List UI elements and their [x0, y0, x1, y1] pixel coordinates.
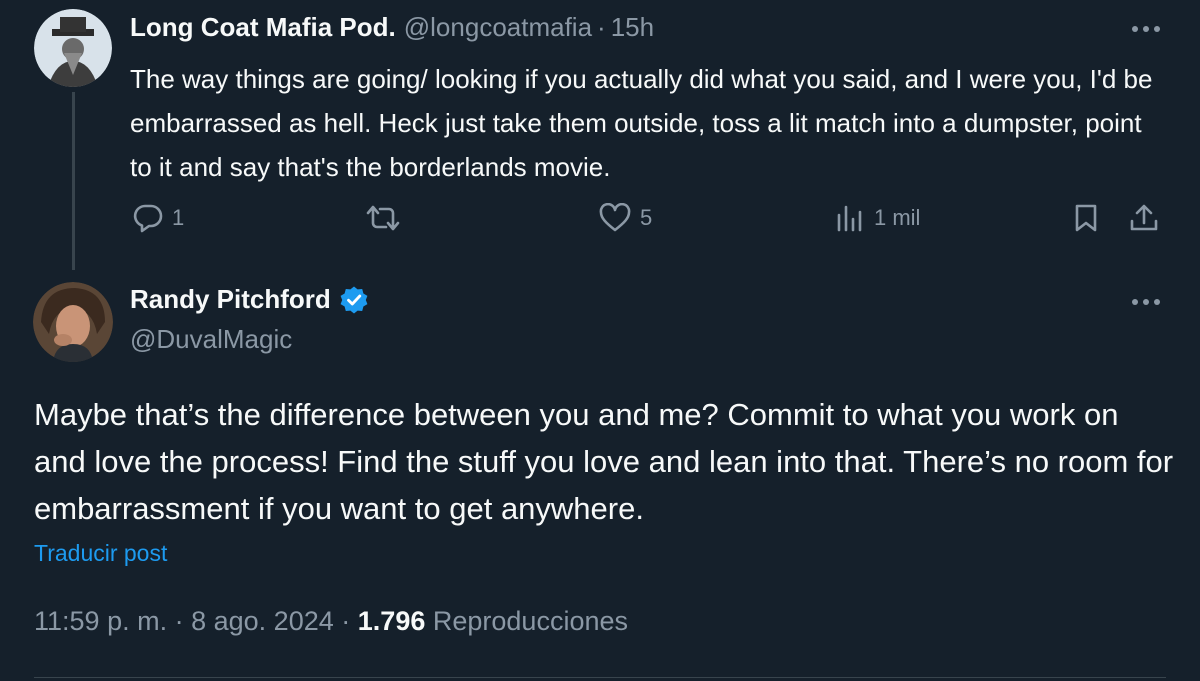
parent-more-button[interactable]: [1126, 14, 1166, 44]
share-button[interactable]: [1128, 196, 1160, 240]
author-name-row: Randy Pitchford: [130, 284, 369, 315]
parent-handle[interactable]: @longcoatmafia: [404, 12, 592, 43]
parent-tweet-text: The way things are going/ looking if you…: [130, 64, 1153, 182]
reply-button[interactable]: 1: [132, 196, 184, 240]
avatar-image: [33, 282, 113, 362]
parent-timestamp[interactable]: 15h: [611, 12, 654, 43]
author-display-name[interactable]: Randy Pitchford: [130, 284, 331, 315]
meta-separator: ·: [174, 606, 184, 636]
views-button[interactable]: 1 mil: [834, 196, 920, 240]
parent-tweet-header: Long Coat Mafia Pod. @longcoatmafia · 15…: [130, 12, 654, 46]
tweet-thread: Long Coat Mafia Pod. @longcoatmafia · 15…: [0, 0, 1200, 681]
more-icon: [1132, 299, 1160, 305]
reply-count: 1: [172, 205, 185, 230]
translate-post-link[interactable]: Traducir post: [34, 540, 167, 567]
tweet-date[interactable]: 8 ago. 2024: [191, 606, 334, 636]
author-avatar[interactable]: [33, 282, 113, 362]
parent-avatar[interactable]: [34, 9, 112, 87]
main-more-button[interactable]: [1126, 287, 1166, 317]
verified-badge-icon[interactable]: [339, 285, 369, 315]
share-icon: [1130, 204, 1158, 231]
retweet-button[interactable]: [364, 196, 410, 240]
views-total: 1.796: [357, 606, 426, 636]
thread-connector-line: [72, 92, 75, 270]
parent-display-name[interactable]: Long Coat Mafia Pod.: [130, 12, 396, 43]
divider: [34, 677, 1166, 678]
retweet-icon: [366, 205, 400, 231]
bookmark-icon: [1075, 204, 1097, 232]
header-separator: ·: [597, 12, 606, 42]
like-icon: [599, 203, 631, 232]
tweet-meta: 11:59 p. m. · 8 ago. 2024 · 1.796 Reprod…: [34, 606, 628, 637]
avatar-image: [34, 9, 112, 87]
like-count: 5: [640, 205, 653, 230]
parent-action-bar: 1 5 1 mil: [0, 196, 1200, 240]
author-handle[interactable]: @DuvalMagic: [130, 324, 292, 355]
views-count: 1 mil: [874, 205, 921, 230]
views-icon: [837, 205, 862, 232]
tweet-time[interactable]: 11:59 p. m.: [34, 606, 167, 636]
main-tweet-text: Maybe that’s the difference between you …: [34, 397, 1174, 526]
views-label: Reproducciones: [432, 606, 628, 636]
more-icon: [1132, 26, 1160, 32]
reply-icon: [133, 204, 163, 233]
like-button[interactable]: 5: [598, 196, 652, 240]
meta-separator: ·: [341, 606, 351, 636]
bookmark-button[interactable]: [1072, 196, 1100, 240]
